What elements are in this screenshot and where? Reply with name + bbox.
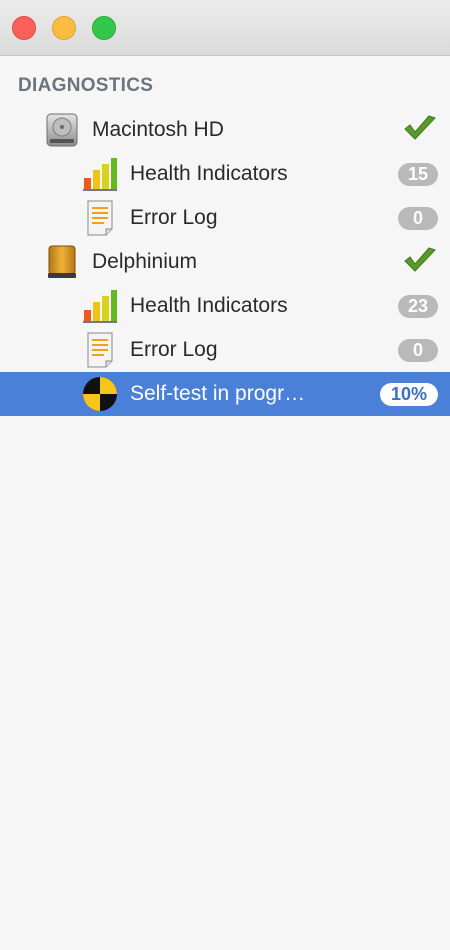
sidebar-item-health-indicators[interactable]: Health Indicators 23 [0, 284, 450, 328]
health-chart-icon [83, 290, 117, 323]
count-badge: 23 [397, 295, 438, 318]
count-badge: 15 [397, 163, 438, 186]
health-chart-icon [83, 158, 117, 191]
zoom-icon[interactable] [92, 16, 116, 40]
check-icon [404, 115, 436, 140]
minimize-icon[interactable] [52, 16, 76, 40]
sidebar-item-error-log[interactable]: Error Log 0 [0, 196, 450, 240]
title-bar [0, 0, 450, 56]
log-document-icon [87, 332, 113, 368]
app-window: DIAGNOSTICS Macintosh HD Health Indicato… [0, 0, 450, 950]
internal-disk-icon [46, 113, 78, 147]
sidebar-item-error-log[interactable]: Error Log 0 [0, 328, 450, 372]
section-header: DIAGNOSTICS [18, 75, 154, 96]
close-icon[interactable] [12, 16, 36, 40]
sidebar-item-macintosh-hd[interactable]: Macintosh HD [0, 108, 450, 152]
self-test-icon [83, 377, 117, 411]
log-document-icon [87, 200, 113, 236]
count-badge: 0 [398, 207, 438, 230]
sidebar-item-health-indicators[interactable]: Health Indicators 15 [0, 152, 450, 196]
progress-badge: 10% [380, 383, 438, 406]
sidebar-item-label: Health Indicators [130, 162, 288, 185]
check-icon [404, 247, 436, 272]
sidebar-item-label: Error Log [130, 206, 218, 229]
count-badge: 0 [398, 339, 438, 362]
sidebar-item-self-test[interactable]: Self-test in progr… 10% [0, 372, 450, 416]
external-disk-icon [48, 245, 76, 278]
sidebar-item-label: Self-test in progr… [130, 382, 306, 405]
sidebar-item-delphinium[interactable]: Delphinium [0, 240, 450, 284]
sidebar-item-label: Delphinium [92, 250, 198, 273]
sidebar-item-label: Macintosh HD [92, 118, 224, 141]
sidebar-item-label: Health Indicators [130, 294, 288, 317]
sidebar-item-label: Error Log [130, 338, 218, 361]
